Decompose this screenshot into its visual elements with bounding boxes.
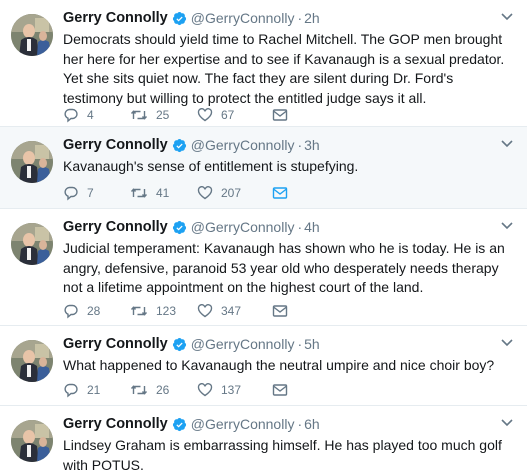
retweet-icon [130,306,148,316]
retweet-count: 26 [156,383,170,397]
message-icon [272,305,288,317]
tweet[interactable]: Gerry Connolly @GerryConnolly · 5h What … [0,326,527,406]
tweet-text: Lindsey Graham is embarrassing himself. … [63,437,502,472]
like-button[interactable]: 347 [197,303,272,319]
like-count: 137 [221,383,242,397]
like-icon [197,108,213,122]
verified-badge-icon [172,417,186,431]
message-icon [272,384,288,396]
reply-button[interactable]: 21 [63,382,130,398]
caret-down-icon[interactable] [501,338,513,348]
tweet-actions: 21 26 137 [63,382,288,398]
retweet-count: 41 [156,186,170,200]
tweet[interactable]: Gerry Connolly @GerryConnolly · 2h Democ… [0,0,527,127]
caret-down-icon[interactable] [501,12,513,22]
tweet-timeline: Gerry Connolly @GerryConnolly · 2h Democ… [0,0,527,472]
author-name[interactable]: Gerry Connolly [63,137,168,153]
caret-down-icon[interactable] [501,418,513,428]
caret-down-icon[interactable] [501,221,513,231]
verified-badge-icon [172,138,186,152]
tweet-text: Kavanaugh's sense of entitlement is stup… [63,158,359,174]
separator-dot: · [297,336,303,352]
retweet-button[interactable]: 41 [130,185,197,201]
like-count: 67 [221,108,235,122]
tweet-actions: 28 123 347 [63,303,288,319]
reply-icon [64,383,78,398]
retweet-icon [130,385,148,395]
retweet-button[interactable]: 123 [130,303,197,319]
like-button[interactable]: 207 [197,185,272,201]
tweet-actions: 4 25 67 [63,107,288,123]
reply-count: 28 [87,304,101,318]
direct-message-button[interactable] [272,382,288,398]
tweet[interactable]: Gerry Connolly @GerryConnolly · 4h Judic… [0,209,527,326]
like-count: 207 [221,186,242,200]
avatar[interactable] [11,340,53,382]
direct-message-button[interactable] [272,303,288,319]
message-icon [272,109,288,121]
tweet-actions: 7 41 207 [63,185,288,201]
reply-count: 7 [87,186,94,200]
tweet[interactable]: Gerry Connolly @GerryConnolly · 3h Kavan… [0,127,527,209]
reply-button[interactable]: 4 [63,107,130,123]
retweet-count: 123 [156,304,177,318]
author-handle[interactable]: @GerryConnolly [191,416,295,432]
retweet-count: 25 [156,108,170,122]
author-name[interactable]: Gerry Connolly [63,219,168,235]
reply-icon [64,186,78,201]
message-icon [272,187,288,199]
avatar[interactable] [11,223,53,265]
like-icon [197,186,213,200]
reply-count: 4 [87,108,94,122]
verified-badge-icon [172,11,186,25]
like-count: 347 [221,304,242,318]
avatar[interactable] [11,420,53,462]
tweet[interactable]: Gerry Connolly @GerryConnolly · 6h Linds… [0,406,527,472]
author-name[interactable]: Gerry Connolly [63,10,168,26]
tweet-text: What happened to Kavanaugh the neutral u… [63,357,495,373]
avatar[interactable] [11,14,53,56]
reply-button[interactable]: 28 [63,303,130,319]
verified-badge-icon [172,337,186,351]
reply-icon [64,108,78,123]
author-name[interactable]: Gerry Connolly [63,336,168,352]
timestamp[interactable]: 5h [304,336,320,352]
separator-dot: · [297,219,303,235]
author-name[interactable]: Gerry Connolly [63,416,168,432]
timestamp[interactable]: 6h [304,416,320,432]
author-handle[interactable]: @GerryConnolly [191,137,295,153]
tweet-text: Democrats should yield time to Rachel Mi… [63,31,505,106]
like-button[interactable]: 137 [197,382,272,398]
author-handle[interactable]: @GerryConnolly [191,336,295,352]
retweet-button[interactable]: 26 [130,382,197,398]
author-handle[interactable]: @GerryConnolly [191,219,295,235]
author-handle[interactable]: @GerryConnolly [191,10,295,26]
tweet-text: Judicial temperament: Kavanaugh has show… [63,240,505,295]
separator-dot: · [297,10,303,26]
like-button[interactable]: 67 [197,107,272,123]
retweet-icon [130,188,148,198]
retweet-icon [130,110,148,120]
retweet-button[interactable]: 25 [130,107,197,123]
timestamp[interactable]: 3h [304,137,320,153]
reply-button[interactable]: 7 [63,185,130,201]
direct-message-button[interactable] [272,185,288,201]
caret-down-icon[interactable] [501,139,513,149]
reply-count: 21 [87,383,101,397]
timestamp[interactable]: 2h [304,10,320,26]
avatar[interactable] [11,141,53,183]
separator-dot: · [297,416,303,432]
like-icon [197,383,213,397]
verified-badge-icon [172,220,186,234]
timestamp[interactable]: 4h [304,219,320,235]
like-icon [197,304,213,318]
direct-message-button[interactable] [272,107,288,123]
reply-icon [64,304,78,319]
separator-dot: · [297,137,303,153]
